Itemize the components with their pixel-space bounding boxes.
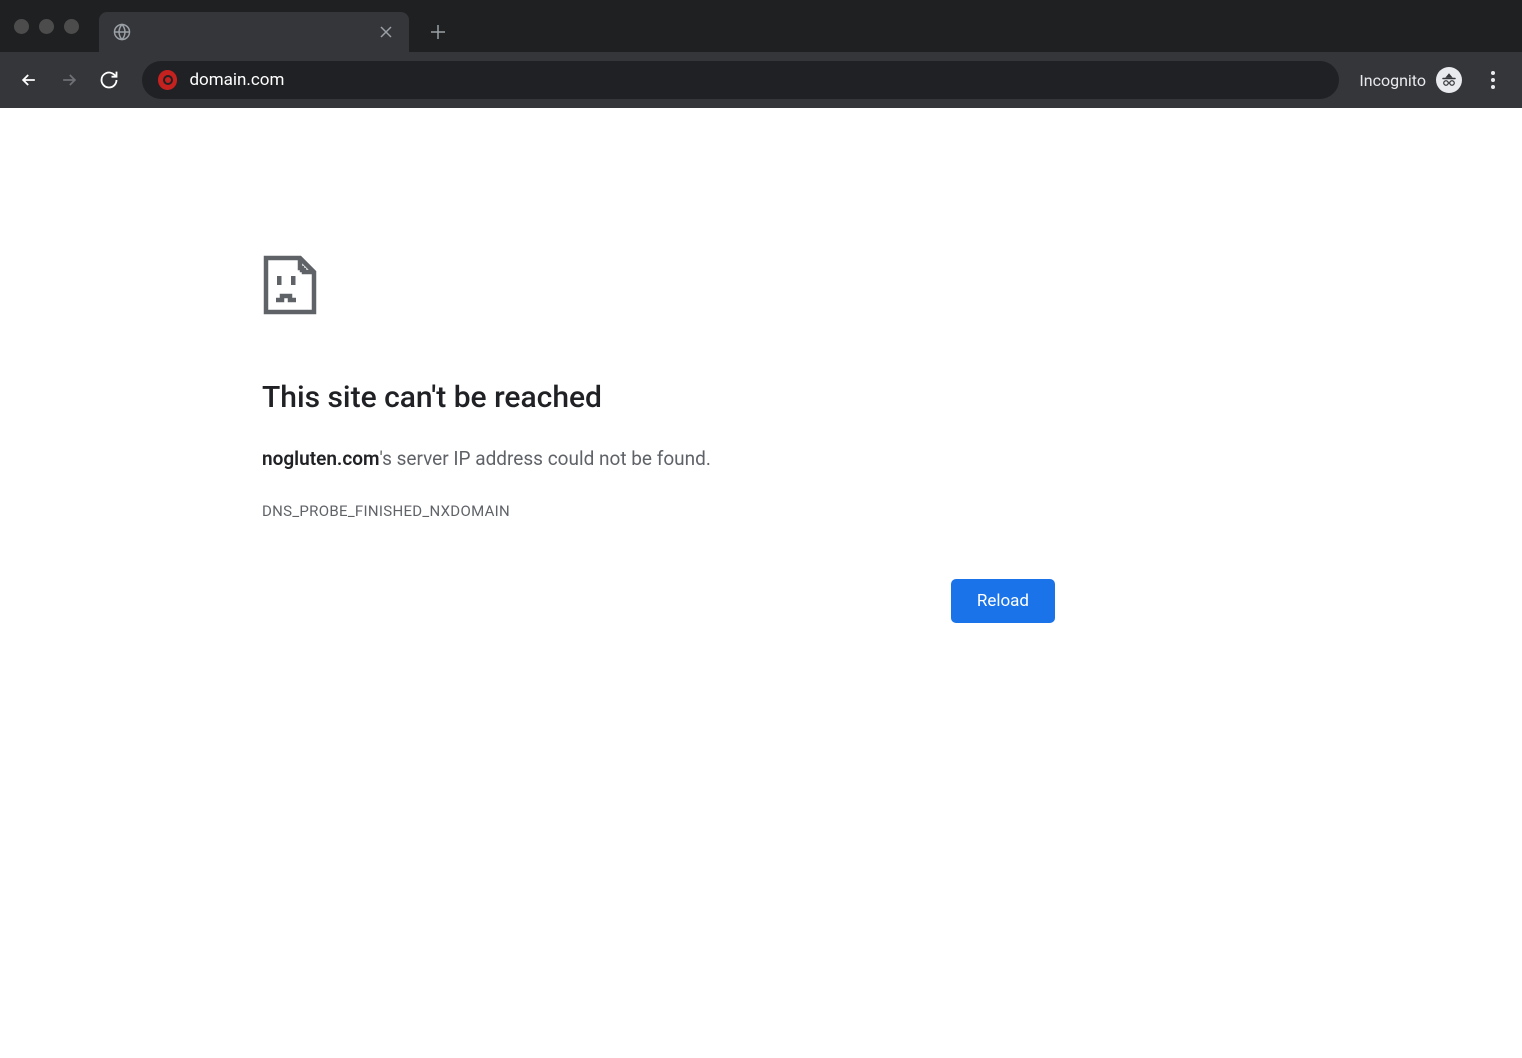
window-close-button[interactable] [14,19,29,34]
url-text[interactable]: domain.com [189,70,1323,90]
window-minimize-button[interactable] [39,19,54,34]
window-controls [14,19,79,34]
error-message: nogluten.com's server IP address could n… [262,445,1055,474]
error-domain: nogluten.com [262,447,380,470]
error-page: This site can't be reached nogluten.com'… [0,108,1522,520]
error-content: This site can't be reached nogluten.com'… [262,254,1055,520]
incognito-label: Incognito [1359,71,1426,90]
browser-tab[interactable] [99,12,409,52]
incognito-icon[interactable] [1436,67,1462,93]
reload-button[interactable]: Reload [951,579,1055,623]
incognito-badge: Incognito [1359,67,1462,93]
browser-toolbar: domain.com Incognito [0,52,1522,108]
site-info-icon[interactable] [158,70,177,90]
error-code: DNS_PROBE_FINISHED_NXDOMAIN [262,502,1055,520]
new-tab-button[interactable] [423,17,453,47]
browser-menu-button[interactable] [1476,63,1510,97]
address-bar[interactable]: domain.com [142,61,1339,99]
browser-chrome: domain.com Incognito [0,0,1522,108]
globe-icon [113,23,131,41]
close-tab-icon[interactable] [377,23,395,41]
forward-button[interactable] [52,63,86,97]
reload-button-toolbar[interactable] [92,63,126,97]
sad-page-icon [262,254,1055,320]
window-maximize-button[interactable] [64,19,79,34]
back-button[interactable] [12,63,46,97]
tab-strip [0,0,1522,52]
error-message-suffix: 's server IP address could not be found. [380,447,711,470]
error-title: This site can't be reached [262,380,1055,415]
